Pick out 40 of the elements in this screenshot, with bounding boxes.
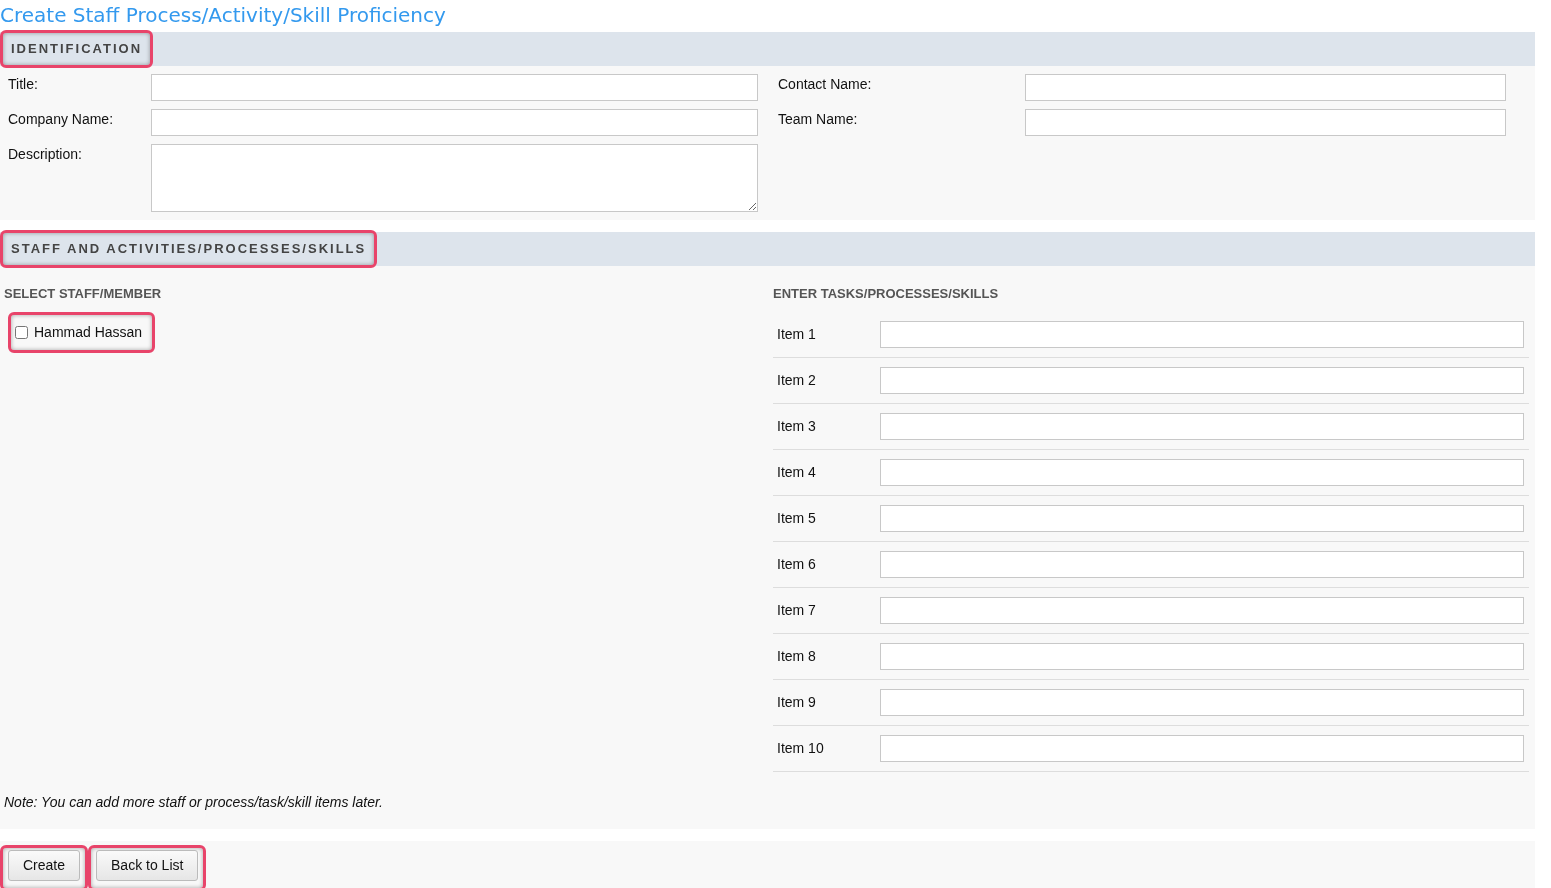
item-label: Item 10 (777, 739, 824, 756)
item-label: Item 1 (777, 325, 816, 342)
text-field[interactable] (151, 74, 758, 101)
text-field[interactable] (880, 642, 1524, 670)
text-field[interactable] (880, 412, 1524, 440)
section-title: IDENTIFICATION (0, 30, 154, 68)
text-field[interactable] (151, 109, 758, 136)
checkbox[interactable] (15, 325, 28, 339)
item-label: Item 8 (777, 647, 816, 664)
item-label: Item 2 (777, 371, 816, 388)
text-field[interactable] (880, 366, 1524, 394)
column-heading: SELECT STAFF/MEMBER (4, 286, 162, 301)
staff-name[interactable]: Hammad Hassan (34, 321, 143, 343)
field-label: Contact Name: (778, 76, 872, 92)
text-field[interactable] (880, 458, 1524, 486)
page-title: Create Staff Process/Activity/Skill Proficiency (0, 2, 447, 29)
item-label: Item 4 (777, 463, 816, 480)
text-field[interactable] (880, 688, 1524, 716)
field-label: Team Name: (778, 111, 858, 127)
item-label: Item 3 (777, 417, 816, 434)
text-field[interactable] (880, 734, 1524, 762)
note-text: Note: You can add more staff or process/task/skill items later. (4, 793, 383, 810)
field-label: Company Name: (8, 111, 114, 127)
text-field[interactable] (880, 596, 1524, 624)
text-field[interactable] (1025, 74, 1506, 101)
item-label: Item 9 (777, 693, 816, 710)
create-button[interactable]: Create (8, 849, 81, 881)
field-label: Title: (8, 76, 38, 92)
field-label: Description: (8, 146, 82, 162)
item-label: Item 7 (777, 601, 816, 618)
section-title: STAFF AND ACTIVITIES/PROCESSES/SKILLS (0, 230, 378, 268)
column-heading: ENTER TASKS/PROCESSES/SKILLS (773, 286, 999, 301)
text-field[interactable] (880, 504, 1524, 532)
item-label: Item 6 (777, 555, 816, 572)
back-button[interactable]: Back to List (96, 849, 199, 881)
description-field[interactable] (151, 144, 758, 212)
text-field[interactable] (880, 550, 1524, 578)
text-field[interactable] (880, 320, 1524, 348)
item-label: Item 5 (777, 509, 816, 526)
text-field[interactable] (1025, 109, 1506, 136)
